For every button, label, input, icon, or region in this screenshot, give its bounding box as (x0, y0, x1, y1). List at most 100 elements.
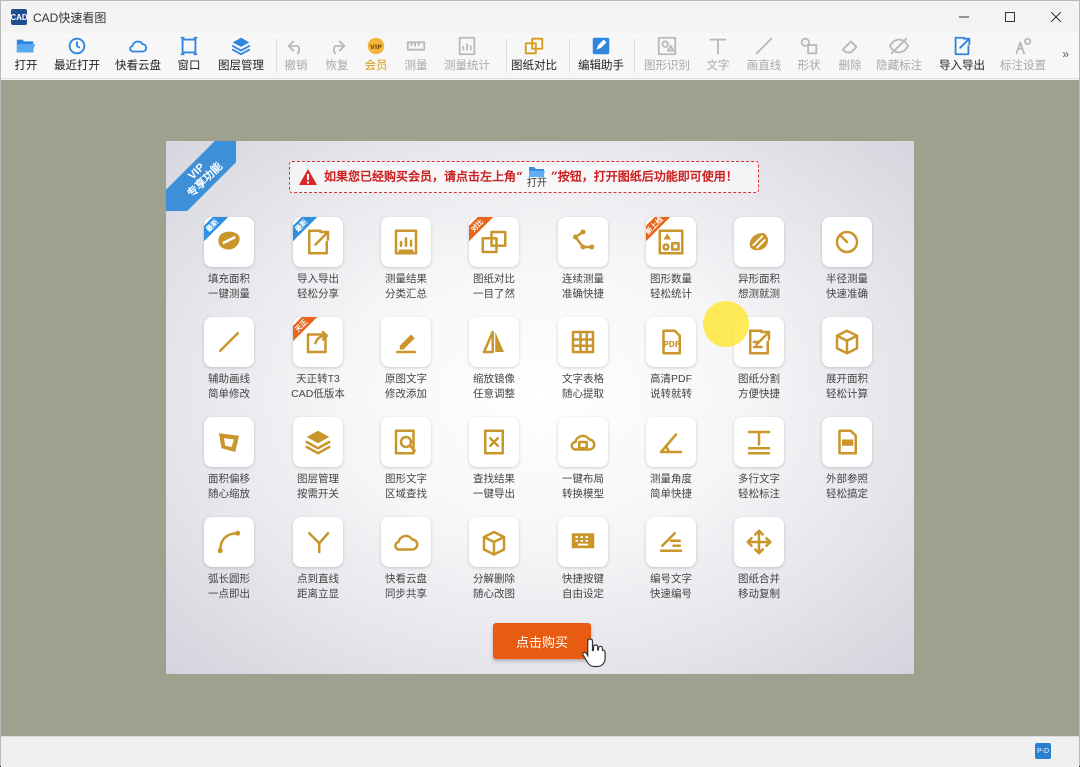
feature-label-line1: 图纸分割 (738, 373, 780, 385)
maximize-button[interactable] (987, 1, 1033, 33)
feature-label: 点到直线 距离立显 (277, 572, 359, 602)
close-button[interactable] (1033, 1, 1079, 33)
hide-icon (888, 37, 910, 55)
status-bar: P-D (1, 736, 1079, 767)
feature-label-line1: 填充面积 (208, 273, 250, 285)
feature-label-line2: 轻松标注 (738, 488, 780, 500)
feature-label-line2: CAD低版本 (291, 388, 345, 400)
feature-tile[interactable]: 点到直线 距离立显 (277, 517, 359, 609)
feature-tile[interactable]: 多行文字 轻松标注 (718, 417, 800, 509)
feature-tile[interactable]: 测量角度 简单快捷 (630, 417, 712, 509)
folder-open-icon (16, 39, 36, 53)
feature-label: 文字表格 随心提取 (542, 372, 624, 402)
feature-tile[interactable]: 编号文字 快速编号 (630, 517, 712, 609)
feature-label-line1: 编号文字 (650, 573, 692, 585)
feature-label-line1: 外部参照 (826, 473, 868, 485)
feature-label: 图纸分割 方便快捷 (718, 372, 800, 402)
feature-tile[interactable]: 天正 天正转T3 CAD低版本 (277, 317, 359, 409)
feature-tile[interactable]: 最新 导入导出 轻松分享 (277, 217, 359, 309)
toolbar-button-compare[interactable]: 图纸对比 (504, 35, 564, 77)
feature-label-line2: 快速准确 (826, 288, 868, 300)
feature-tile[interactable]: 面积偏移 随心缩放 (188, 417, 270, 509)
feature-label-line1: 图纸对比 (473, 273, 515, 285)
feature-label: 图纸合并 移动复制 (718, 572, 800, 602)
status-app-icon[interactable]: P-D (1035, 743, 1051, 759)
toolbar-button-layers[interactable]: 图层管理 (211, 35, 271, 77)
vip-ribbon-line2: 专享功能 (185, 160, 226, 201)
feature-label-line1: 面积偏移 (208, 473, 250, 485)
feature-label-line2: 想测就测 (738, 288, 780, 300)
toolbar-button-edit-helper[interactable]: 编辑助手 (571, 35, 631, 77)
app-window: CAD CAD快速看图 打开 最近打开 快看云盘 窗口 图层管理 撤销 恢复 VIP 会员 测量测… (0, 0, 1080, 767)
feature-icon-tile (469, 517, 519, 567)
feature-tile[interactable]: 一键布局 转换模型 (542, 417, 624, 509)
feature-tile[interactable]: 对比 图纸对比 一目了然 (453, 217, 535, 309)
toolbar-overflow-button[interactable]: » (1062, 47, 1069, 61)
toolbar: 打开 最近打开 快看云盘 窗口 图层管理 撤销 恢复 VIP 会员 测量 测量统计 图纸对比 编辑助手图… (1, 33, 1079, 79)
cursor-highlight (703, 301, 749, 347)
toolbar-separator (276, 39, 277, 73)
feature-label-line1: 测量角度 (650, 473, 692, 485)
feature-icon-tile (646, 517, 696, 567)
feature-tile[interactable]: 外部参照 轻松搞定 (806, 417, 888, 509)
feature-tile[interactable]: 图层管理 按需开关 (277, 417, 359, 509)
edit-helper-icon (592, 37, 610, 55)
feature-tile[interactable]: 异形面积 想测就测 (718, 217, 800, 309)
toolbar-button-measure-stats[interactable]: 测量统计 (437, 35, 497, 77)
feature-tile[interactable]: 图纸合并 移动复制 (718, 517, 800, 609)
feature-tile[interactable]: 图形文字 区域查找 (365, 417, 447, 509)
cloud-icon (394, 534, 419, 551)
feature-label: 编号文字 快速编号 (630, 572, 712, 602)
ruler-icon (406, 41, 426, 51)
feature-icon-tile (822, 417, 872, 467)
feature-label-line2: 一键导出 (473, 488, 515, 500)
toolbar-button-clock[interactable]: 最近打开 (47, 35, 107, 77)
feature-label-line1: 天正转T3 (296, 373, 340, 385)
feature-tile[interactable]: 快捷按键 自由设定 (542, 517, 624, 609)
toolbar-label: 导入导出 (939, 60, 985, 72)
feature-tile[interactable]: 分解删除 随心改图 (453, 517, 535, 609)
feature-tile[interactable]: 新上线 图形数量 轻松统计 (630, 217, 712, 309)
toolbar-button-window[interactable]: 窗口 (159, 35, 219, 77)
feature-tile[interactable]: 展开面积 轻松计算 (806, 317, 888, 409)
feature-tile[interactable]: 快看云盘 同步共享 (365, 517, 447, 609)
drawing-workspace: VIP 专享功能 如果您已经购买会员，请点击左上角“ 打开 ”按钮，打开图纸后功能即… (1, 80, 1079, 736)
feature-label-line1: 异形面积 (738, 273, 780, 285)
feature-label-line1: 快看云盘 (385, 573, 427, 585)
feature-label-line2: 任意调整 (473, 388, 515, 400)
app-logo-icon: CAD (10, 9, 28, 25)
feature-tile[interactable]: 文字表格 随心提取 (542, 317, 624, 409)
feature-tile[interactable]: 半径测量 快速准确 (806, 217, 888, 309)
toolbar-label: 快看云盘 (115, 60, 161, 72)
feature-icon-tile (558, 317, 608, 367)
feature-tile[interactable]: PDF 高清PDF 说转就转 (630, 317, 712, 409)
toolbar-label: 测量统计 (444, 60, 490, 72)
feature-tile[interactable]: 辅助画线 简单修改 (188, 317, 270, 409)
toolbar-separator (506, 39, 507, 73)
minimize-button[interactable] (941, 1, 987, 33)
feature-tile[interactable]: 测量结果 分类汇总 (365, 217, 447, 309)
feature-label: 一键布局 转换模型 (542, 472, 624, 502)
feature-icon-tile (558, 417, 608, 467)
feature-tile[interactable]: 查找结果 一键导出 (453, 417, 535, 509)
arc-icon (217, 530, 241, 554)
feature-label-line1: 导入导出 (297, 273, 339, 285)
toolbar-button-hide[interactable]: 隐藏标注 (869, 35, 929, 77)
redo-icon (332, 40, 346, 55)
feature-label-line2: 自由设定 (562, 588, 604, 600)
feature-label-line1: 展开面积 (826, 373, 868, 385)
feature-tile[interactable]: 连续测量 准确快捷 (542, 217, 624, 309)
feature-label: 快看云盘 同步共享 (365, 572, 447, 602)
toolbar-button-import-export[interactable]: 导入导出 (932, 35, 992, 77)
buy-button[interactable]: 点击购买 (493, 623, 591, 659)
toolbar-button-annotation-settings[interactable]: 标注设置 (993, 35, 1053, 77)
feature-tile[interactable]: 缩放镜像 任意调整 (453, 317, 535, 409)
feature-tile[interactable]: 原图文字 修改添加 (365, 317, 447, 409)
feature-label-line2: 同步共享 (385, 588, 427, 600)
layers-icon (231, 37, 251, 56)
feature-label: 弧长圆形 一点即出 (188, 572, 270, 602)
toolbar-label: 标注设置 (1000, 60, 1046, 72)
feature-tile[interactable]: 最新 填充面积 一键测量 (188, 217, 270, 309)
feature-tile[interactable]: 弧长圆形 一点即出 (188, 517, 270, 609)
feature-label-line2: 一点即出 (208, 588, 250, 600)
